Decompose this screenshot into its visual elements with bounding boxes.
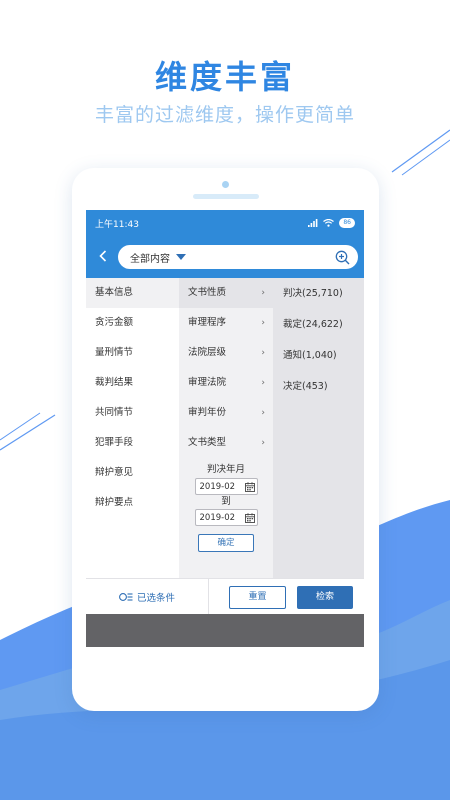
chevron-right-icon: › [261, 288, 265, 298]
subcategory-item[interactable]: 文书性质 › [179, 278, 273, 308]
option-list: 判决(25,710) 裁定(24,622) 通知(1,040) 决定(453) [273, 278, 364, 578]
status-bar: 上午11:43 86 [86, 210, 364, 236]
chevron-right-icon: › [261, 408, 265, 418]
battery-icon: 86 [339, 218, 355, 228]
subcategory-item[interactable]: 审理法院 › [179, 368, 273, 398]
search-button[interactable]: 检索 [297, 586, 353, 609]
calendar-icon[interactable] [244, 481, 255, 492]
subcategory-list: 文书性质 › 审理程序 › 法院层级 › 审理法院 › 审判年份 › 文书类型 … [179, 278, 273, 578]
chevron-right-icon: › [261, 348, 265, 358]
overlay-strip [86, 614, 364, 647]
subcategory-label: 审理程序 [188, 317, 227, 328]
chevron-right-icon: › [261, 438, 265, 448]
filter-list-icon [119, 592, 133, 601]
calendar-icon[interactable] [244, 512, 255, 523]
category-item[interactable]: 犯罪手段 [86, 428, 179, 458]
date-confirm-button[interactable]: 确定 [198, 534, 254, 552]
wifi-icon [323, 219, 335, 227]
subcategory-label: 审理法院 [188, 377, 227, 388]
category-item[interactable]: 量刑情节 [86, 338, 179, 368]
status-icons: 86 [308, 218, 355, 228]
chevron-right-icon: › [261, 378, 265, 388]
category-list: 基本信息 贪污金额 量刑情节 裁判结果 共同情节 犯罪手段 辩护意见 辩护要点 [86, 278, 179, 578]
subcategory-label: 文书性质 [188, 287, 227, 298]
option-item[interactable]: 判决(25,710) [273, 278, 364, 309]
date-filter-label: 判决年月 [206, 464, 245, 475]
subcategory-item[interactable]: 文书类型 › [179, 428, 273, 458]
category-item[interactable]: 共同情节 [86, 398, 179, 428]
subcategory-item[interactable]: 法院层级 › [179, 338, 273, 368]
subcategory-label: 审判年份 [188, 407, 227, 418]
date-from-value: 2019-02 [199, 481, 236, 492]
date-to-field[interactable]: 2019-02 [194, 509, 258, 526]
back-button[interactable] [92, 236, 114, 278]
category-item[interactable]: 贪污金额 [86, 308, 179, 338]
speaker-slot [193, 194, 259, 199]
caret-down-icon[interactable] [176, 254, 186, 260]
date-to-label: 到 [221, 496, 231, 507]
option-item[interactable]: 裁定(24,622) [273, 309, 364, 340]
selected-conditions-label: 已选条件 [136, 592, 175, 604]
date-from-field[interactable]: 2019-02 [194, 478, 258, 495]
promo-headline: 维度丰富 [154, 58, 295, 96]
category-item[interactable]: 辩护意见 [86, 458, 179, 488]
search-input[interactable]: 全部内容 [118, 245, 358, 269]
option-item[interactable]: 通知(1,040) [273, 340, 364, 371]
reset-button[interactable]: 重置 [229, 586, 286, 609]
zoom-search-icon[interactable] [335, 250, 350, 265]
scope-dropdown-label[interactable]: 全部内容 [130, 250, 170, 265]
subcategory-item[interactable]: 审判年份 › [179, 398, 273, 428]
bottom-action-bar: 已选条件 重置 检索 [86, 578, 364, 614]
camera-dot [222, 181, 229, 188]
selected-conditions-button[interactable]: 已选条件 [86, 579, 209, 614]
date-filter: 判决年月 2019-02 到 2019-02 确定 [179, 462, 273, 552]
filter-panel: 基本信息 贪污金额 量刑情节 裁判结果 共同情节 犯罪手段 辩护意见 辩护要点 … [86, 278, 364, 578]
subcategory-item[interactable]: 审理程序 › [179, 308, 273, 338]
subcategory-label: 文书类型 [188, 437, 227, 448]
phone-frame: 上午11:43 86 全部内容 基本信息 贪污金额 量刑情节 裁判结果 共同情节… [72, 168, 379, 711]
app-screen: 上午11:43 86 全部内容 基本信息 贪污金额 量刑情节 裁判结果 共同情节… [86, 210, 364, 647]
search-bar: 全部内容 [86, 236, 364, 278]
category-item[interactable]: 裁判结果 [86, 368, 179, 398]
chevron-left-icon [99, 250, 107, 262]
option-item[interactable]: 决定(453) [273, 371, 364, 402]
signal-icon [308, 219, 318, 227]
status-time: 上午11:43 [95, 219, 139, 230]
category-item[interactable]: 基本信息 [86, 278, 179, 308]
promo-subline: 丰富的过滤维度，操作更简单 [94, 104, 355, 126]
date-to-value: 2019-02 [199, 512, 236, 523]
category-item[interactable]: 辩护要点 [86, 488, 179, 518]
chevron-right-icon: › [261, 318, 265, 328]
subcategory-label: 法院层级 [188, 347, 227, 358]
